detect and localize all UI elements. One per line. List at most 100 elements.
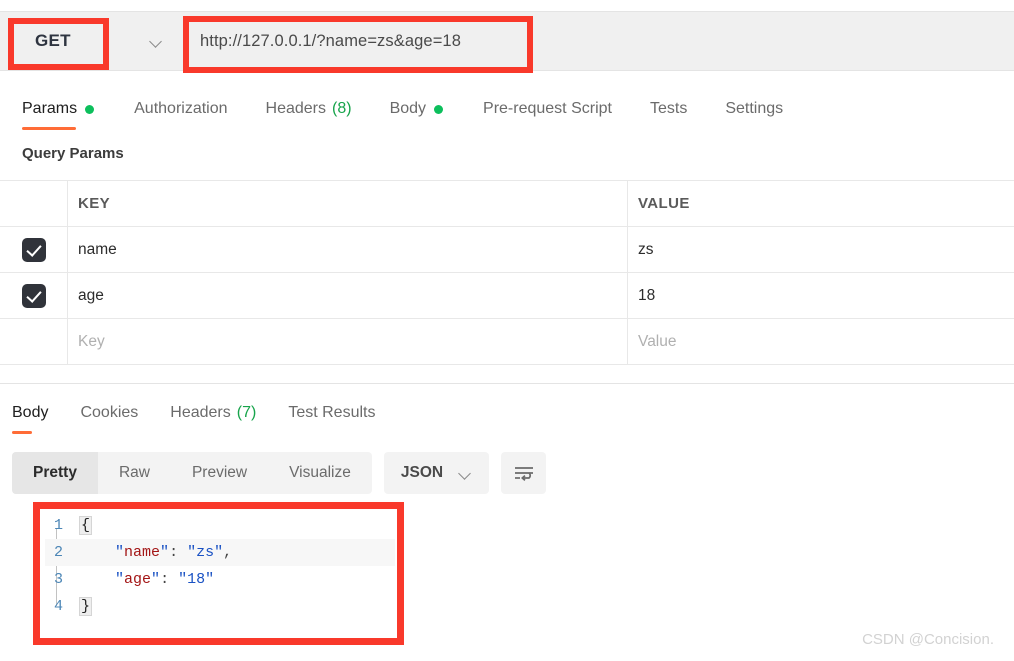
row-checkbox-cell <box>0 227 68 272</box>
view-mode-pretty-label: Pretty <box>33 464 77 481</box>
code-line: 2 "name": "zs", <box>45 539 395 566</box>
tab-body[interactable]: Body <box>389 88 444 130</box>
placeholder-key-cell[interactable]: Key <box>68 319 628 364</box>
params-status-dot <box>85 104 95 114</box>
tab-body-label: Body <box>389 100 427 117</box>
row-value-text: 18 <box>638 286 656 304</box>
code-line-text: } <box>79 597 93 616</box>
placeholder-key-text: Key <box>78 332 105 350</box>
response-tab-test-results[interactable]: Test Results <box>288 392 375 434</box>
table-header-row: KEY VALUE <box>0 180 1014 227</box>
line-number: 4 <box>53 598 63 615</box>
table-placeholder-row[interactable]: Key Value <box>0 318 1014 365</box>
code-line: 4 } <box>45 593 395 620</box>
response-tab-headers-count: (7) <box>236 404 257 421</box>
response-tab-test-results-label: Test Results <box>288 404 376 421</box>
response-format-label: JSON <box>400 464 444 481</box>
response-tab-cookies[interactable]: Cookies <box>80 392 138 434</box>
view-mode-preview-label: Preview <box>191 464 248 481</box>
watermark: CSDN @Concision. <box>862 631 994 648</box>
view-mode-visualize-label: Visualize <box>289 464 351 481</box>
query-params-table: KEY VALUE name zs age 18 Key Value <box>0 180 1014 365</box>
header-value-cell: VALUE <box>628 181 1014 226</box>
placeholder-value-cell[interactable]: Value <box>628 319 1014 364</box>
response-tab-headers-label: Headers <box>170 404 231 421</box>
response-body-code[interactable]: 1 { 2 "name": "zs", 3 "age": "18" 4 } <box>45 512 395 634</box>
http-method-selector[interactable]: GET <box>17 21 177 61</box>
row-key-cell[interactable]: name <box>68 227 628 272</box>
line-number: 2 <box>53 544 63 561</box>
row-value-text: zs <box>638 240 654 258</box>
header-key-cell: KEY <box>68 181 628 226</box>
view-mode-raw[interactable]: Raw <box>98 452 171 494</box>
tab-tests[interactable]: Tests <box>650 88 687 130</box>
http-method-label: GET <box>35 31 71 50</box>
chevron-down-icon <box>459 469 472 477</box>
row-key-text: age <box>78 286 104 304</box>
code-line-text: "age": "18" <box>115 571 215 588</box>
json-comma: , <box>223 544 233 561</box>
word-wrap-button[interactable] <box>501 452 547 494</box>
row-key-text: name <box>78 240 117 258</box>
postman-window: GET http://127.0.0.1/?name=zs&age=18 Par… <box>0 0 1014 661</box>
view-mode-pretty[interactable]: Pretty <box>12 452 98 494</box>
tab-headers[interactable]: Headers (8) <box>266 88 352 130</box>
json-value: 18 <box>187 571 206 588</box>
response-view-toolbar: Pretty Raw Preview Visualize JSON <box>12 452 547 494</box>
tab-pre-request-script-label: Pre-request Script <box>483 100 612 117</box>
active-response-tab-underline <box>12 431 33 434</box>
close-brace: } <box>79 597 93 616</box>
request-tabs: Params Authorization Headers (8) Body Pr… <box>0 88 1014 130</box>
table-row[interactable]: name zs <box>0 226 1014 273</box>
tab-authorization[interactable]: Authorization <box>134 88 227 130</box>
row-value-cell[interactable]: zs <box>628 227 1014 272</box>
code-line: 1 { <box>45 512 395 539</box>
row-checkbox[interactable] <box>21 283 46 308</box>
placeholder-value-text: Value <box>638 332 677 350</box>
json-key: name <box>124 544 161 561</box>
response-tab-cookies-label: Cookies <box>80 404 139 421</box>
url-text: http://127.0.0.1/?name=zs&age=18 <box>200 31 461 50</box>
header-value-label: VALUE <box>638 195 690 212</box>
tab-headers-label: Headers <box>265 100 326 117</box>
view-mode-group: Pretty Raw Preview Visualize <box>12 452 372 494</box>
view-mode-visualize[interactable]: Visualize <box>268 452 372 494</box>
row-value-cell[interactable]: 18 <box>628 273 1014 318</box>
code-line-text: { <box>79 516 93 535</box>
view-mode-raw-label: Raw <box>118 464 150 481</box>
response-format-selector[interactable]: JSON <box>383 452 490 494</box>
tab-tests-label: Tests <box>649 100 688 117</box>
response-tab-headers[interactable]: Headers (7) <box>170 392 256 434</box>
tab-authorization-label: Authorization <box>134 100 228 117</box>
row-checkbox[interactable] <box>21 237 46 262</box>
response-tabs: Body Cookies Headers (7) Test Results <box>0 392 1014 434</box>
tab-settings[interactable]: Settings <box>725 88 783 130</box>
word-wrap-icon <box>514 467 533 481</box>
tab-headers-count: (8) <box>332 100 352 117</box>
table-row[interactable]: age 18 <box>0 272 1014 319</box>
tab-params-label: Params <box>22 100 78 117</box>
row-key-cell[interactable]: age <box>68 273 628 318</box>
section-divider <box>0 383 1014 384</box>
url-input[interactable]: http://127.0.0.1/?name=zs&age=18 <box>183 21 1014 61</box>
chevron-down-icon <box>150 37 163 45</box>
view-mode-preview[interactable]: Preview <box>171 452 268 494</box>
tab-pre-request-script[interactable]: Pre-request Script <box>483 88 612 130</box>
json-key: age <box>124 571 152 588</box>
query-params-title: Query Params <box>22 145 124 162</box>
tab-settings-label: Settings <box>725 100 784 117</box>
body-status-dot <box>434 104 444 114</box>
code-line-text: "name": "zs", <box>115 544 233 561</box>
header-checkbox-cell <box>0 181 68 226</box>
response-tab-body-label: Body <box>12 404 49 421</box>
tab-params[interactable]: Params <box>22 88 95 130</box>
line-number: 3 <box>53 571 63 588</box>
json-value: zs <box>196 544 215 561</box>
response-tab-body[interactable]: Body <box>12 392 48 434</box>
code-line: 3 "age": "18" <box>45 566 395 593</box>
line-number: 1 <box>53 517 63 534</box>
active-tab-underline <box>22 127 77 130</box>
request-url-bar: GET http://127.0.0.1/?name=zs&age=18 <box>0 11 1014 71</box>
open-brace: { <box>79 516 93 535</box>
placeholder-checkbox-cell <box>0 319 68 364</box>
